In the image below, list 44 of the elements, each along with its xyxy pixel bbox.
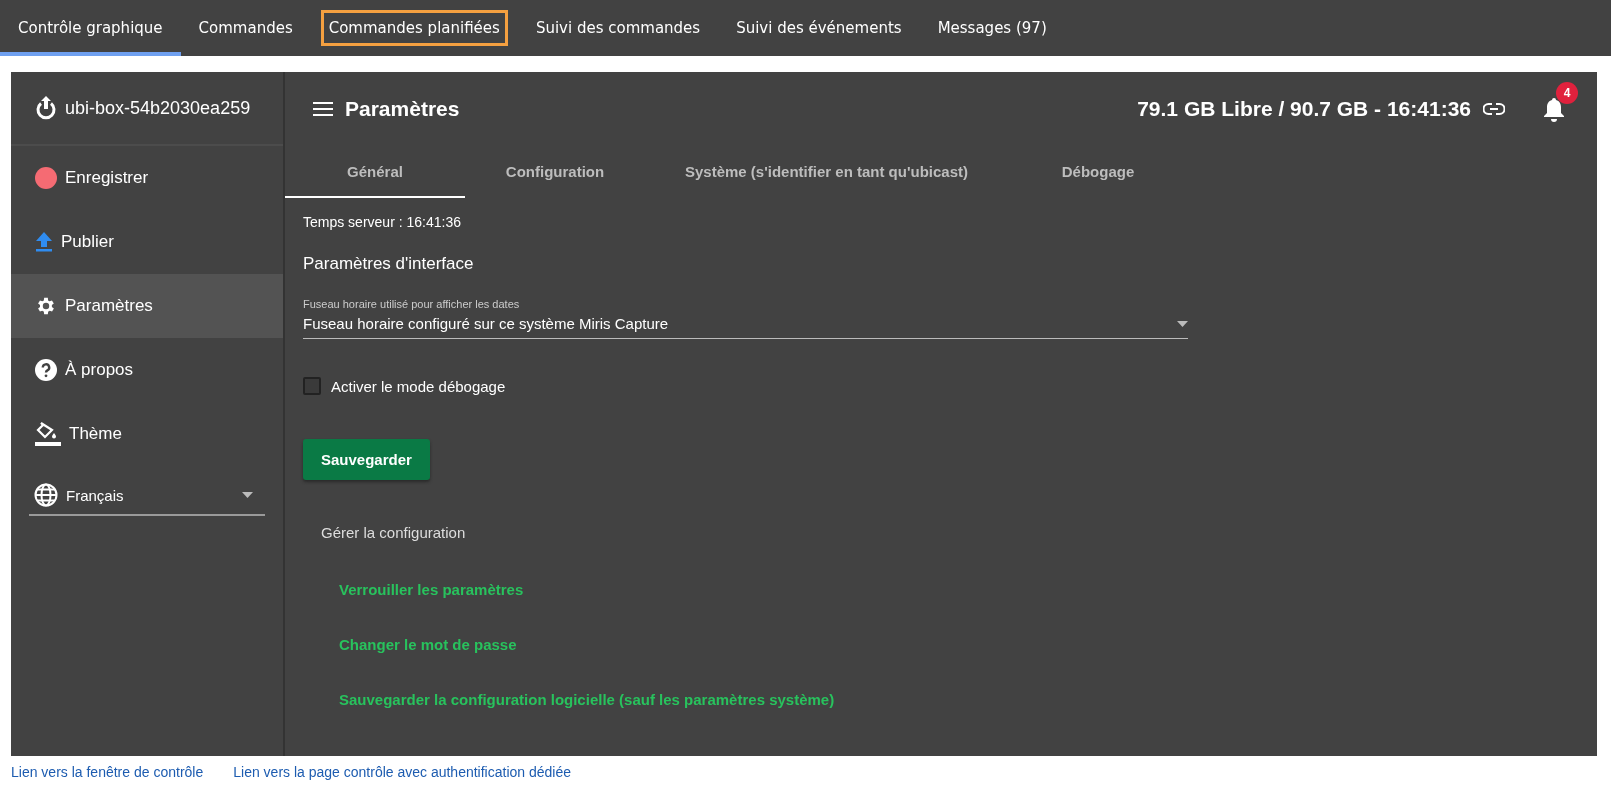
sidebar-item[interactable]: Thème [11,402,283,466]
nav-tab[interactable]: Commandes [180,0,311,56]
page-title: Paramètres [345,97,461,121]
nav-tab[interactable]: Suivi des commandes [517,0,719,56]
paint-bucket-icon [35,422,61,446]
settings-tab[interactable]: Configuration [465,146,645,198]
gear-icon [35,295,57,317]
config-link[interactable]: Changer le mot de passe [339,636,517,653]
power-upload-icon [35,96,57,120]
upload-icon [35,232,53,252]
settings-tab[interactable]: Général [285,146,465,198]
sidebar-item[interactable]: Paramètres [11,274,283,338]
menu-icon[interactable] [313,102,333,116]
section-title: Gérer la configuration [321,524,467,541]
nav-tab[interactable]: Suivi des événements [718,0,920,56]
save-button[interactable]: Sauvegarder [303,439,430,480]
sidebar-item[interactable]: À propos [11,338,283,402]
nav-tab[interactable]: Contrôle graphique [0,0,181,56]
language-select[interactable]: Français [29,476,265,516]
footer-link[interactable]: Lien vers la fenêtre de contrôle [11,764,204,780]
nav-tab[interactable]: Commandes planifiées [310,0,518,56]
config-link[interactable]: Verrouiller les paramètres [339,581,524,598]
config-link[interactable]: Sauvegarder la configuration logicielle (sauf les paramètres système) [339,691,835,708]
settings-tab[interactable]: Débogage [1008,146,1189,198]
caret-icon [1177,320,1188,327]
settings-tab[interactable]: Système (s'identifier en tant qu'ubicast) [645,146,1009,198]
device-name: ubi-box-54b2030ea259 [65,97,251,119]
sidebar-item[interactable]: Enregistrer [11,146,283,210]
bell-icon[interactable] [1543,96,1565,122]
section-title: Paramètres d'interface [303,254,475,274]
sidebar-item[interactable]: Publier [11,210,283,274]
notification-badge: 4 [1556,82,1578,104]
timezone-select[interactable]: Fuseau horaire utilisé pour afficher les dates Fuseau horaire configuré sur ce système Miris Capture [303,298,1188,339]
checkbox[interactable] [303,377,321,395]
record-dot-icon [35,167,57,189]
link-icon[interactable] [1483,103,1505,115]
storage-status: 79.1 GB Libre / 90.7 GB - 16:41:36 [1137,97,1471,121]
footer-link[interactable]: Lien vers la page contrôle avec authentification dédiée [233,764,572,780]
caret-icon [242,492,253,498]
server-time: Temps serveur : 16:41:36 [303,214,462,230]
checkbox-label: Activer le mode débogage [331,377,506,395]
help-icon [35,359,57,381]
globe-icon [34,483,58,507]
nav-tab[interactable]: Messages (97) [919,0,1065,56]
